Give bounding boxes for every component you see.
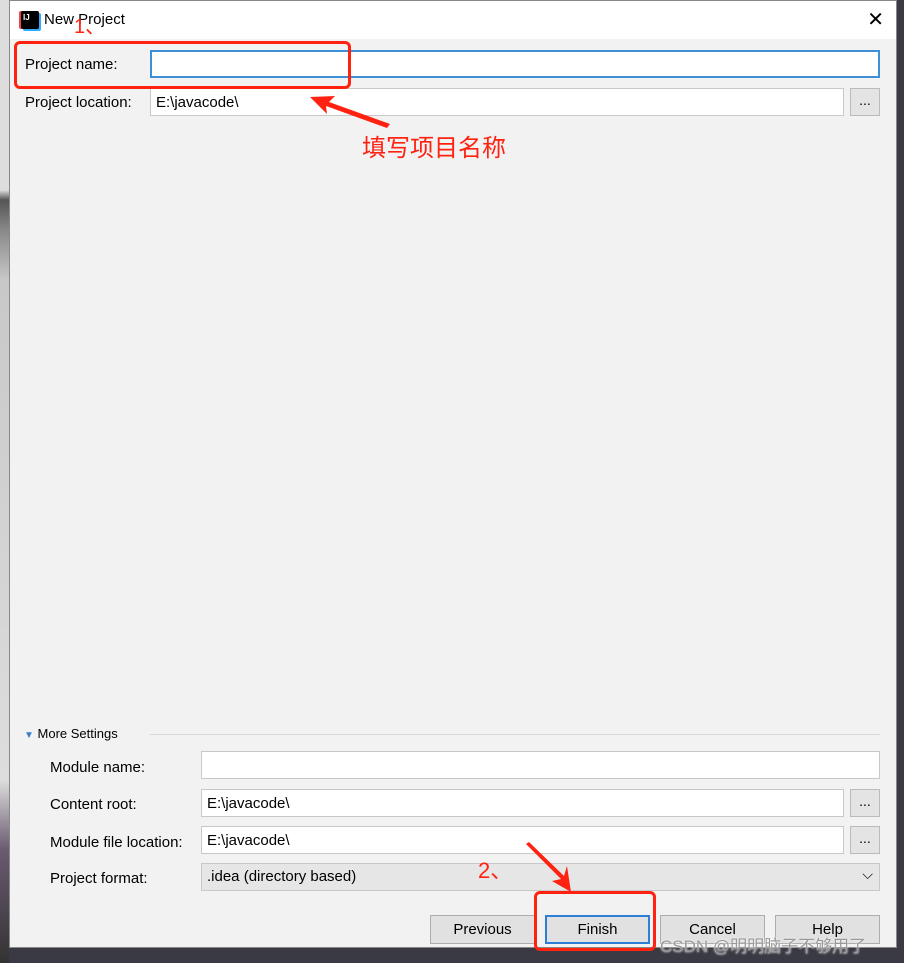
chevron-down-icon: ⌵ <box>862 866 873 882</box>
annotation-box-2 <box>534 891 656 951</box>
annotation-box-1 <box>14 41 351 89</box>
project-location-input[interactable] <box>150 88 844 116</box>
annotation-step-1: 1、 <box>74 16 106 38</box>
module-name-label: Module name: <box>50 759 146 776</box>
annotation-hint: 填写项目名称 <box>362 135 506 162</box>
browse-location-button[interactable]: ... <box>850 88 880 116</box>
project-format-label: Project format: <box>50 870 148 887</box>
browse-content-root-button[interactable]: ... <box>850 789 880 817</box>
desktop-background <box>0 0 9 963</box>
close-icon[interactable]: ✕ <box>867 7 884 32</box>
module-file-location-label: Module file location: <box>50 834 183 851</box>
more-settings-label: More Settings <box>37 726 118 741</box>
annotation-step-2: 2、 <box>478 858 513 883</box>
intellij-logo-icon: IJ <box>21 11 39 29</box>
content-root-input[interactable] <box>201 789 844 817</box>
divider <box>150 734 880 735</box>
title-bar: IJ New Project ✕ <box>10 1 896 39</box>
project-format-value: .idea (directory based) <box>207 868 357 885</box>
browse-module-file-button[interactable]: ... <box>850 826 880 854</box>
previous-button[interactable]: Previous <box>430 915 535 944</box>
annotation-arrow-1 <box>310 96 390 128</box>
module-name-input[interactable] <box>201 751 880 779</box>
content-root-label: Content root: <box>50 796 137 813</box>
more-settings-toggle[interactable]: ▼ More Settings <box>24 726 118 741</box>
watermark: CSDN @明明脑子不够用了 <box>660 937 867 956</box>
project-location-label: Project location: <box>25 94 132 111</box>
triangle-down-icon: ▼ <box>24 730 34 741</box>
annotation-arrow-2 <box>526 842 571 892</box>
